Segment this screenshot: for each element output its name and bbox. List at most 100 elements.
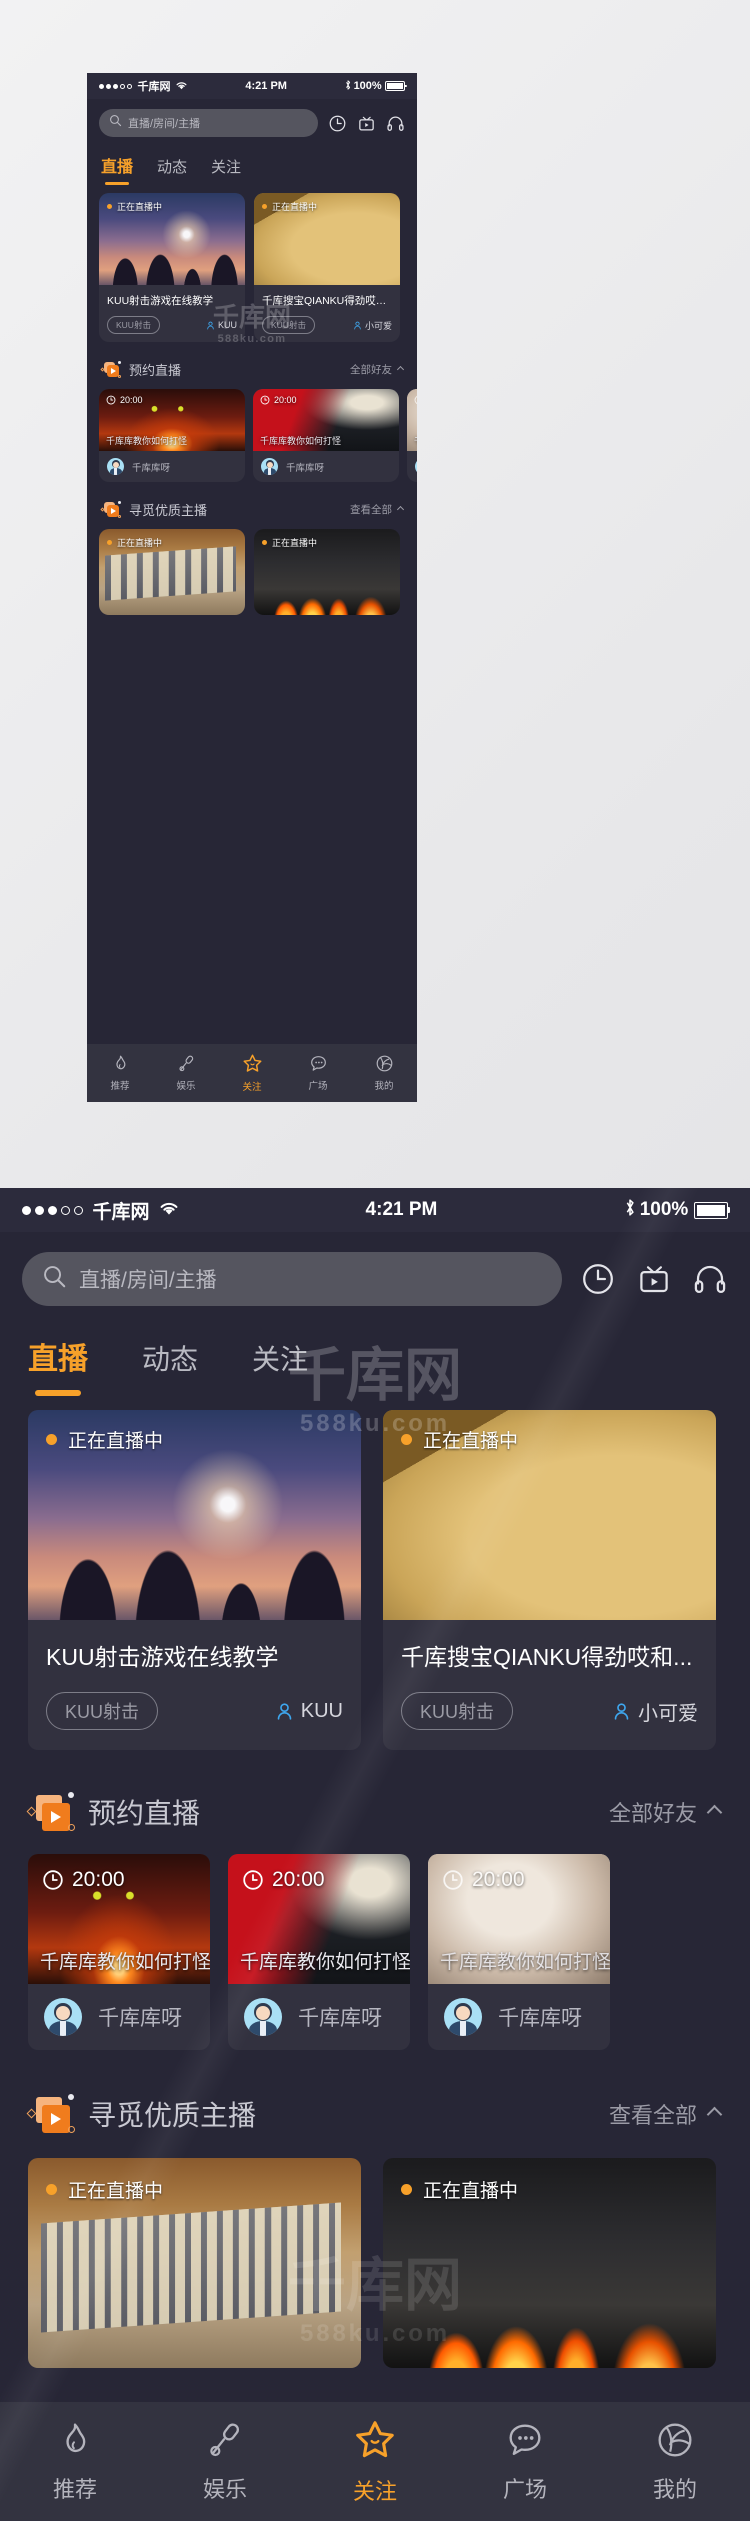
live-status-text: 正在直播中 xyxy=(68,2181,164,2202)
tab-label: 关注 xyxy=(211,159,242,176)
nav-item-guangchang[interactable]: 广场 xyxy=(285,1054,351,1092)
carrier-label: 千库网 xyxy=(137,81,171,93)
live-card-tag[interactable]: KUU射击 xyxy=(46,1692,159,1730)
battery-icon xyxy=(385,81,407,91)
live-card-tag[interactable]: KUU射击 xyxy=(107,316,160,334)
clock-icon[interactable] xyxy=(328,114,347,133)
section-more-link[interactable]: 全部好友 xyxy=(350,362,405,377)
tab-guanzhu[interactable]: 关注 xyxy=(252,1338,308,1404)
section-more-link[interactable]: 查看全部 xyxy=(350,502,405,517)
live-card-body: 千库搜宝QIANKU得劲哎和... KUU射击 小可爱 xyxy=(254,285,400,342)
anchor-card[interactable]: 正在直播中 xyxy=(28,2158,361,2368)
scheduled-time-badge: 20:00 xyxy=(260,395,297,405)
nav-item-guangchang[interactable]: 广场 xyxy=(450,2420,600,2504)
live-thumbnail: 正在直播中 xyxy=(99,193,245,285)
scheduled-card[interactable]: 20:00 千库库教你如何打怪 千库库呀 xyxy=(407,389,417,482)
tv-play-icon[interactable] xyxy=(636,1261,672,1297)
scheduled-card-footer: 千库库呀 xyxy=(253,451,399,482)
headphones-icon[interactable] xyxy=(386,114,405,133)
search-row: 直播/房间/主播 xyxy=(87,99,417,145)
battery-icon xyxy=(693,1201,730,1219)
live-status-text: 正在直播中 xyxy=(272,202,318,212)
video-folder-icon xyxy=(100,361,123,378)
scheduled-thumbnail: 20:00 千库库教你如何打怪 xyxy=(428,1854,610,1984)
tv-play-icon[interactable] xyxy=(357,114,376,133)
live-status-text: 正在直播中 xyxy=(117,538,163,548)
scheduled-time-badge: 20:00 xyxy=(42,1868,125,1892)
nav-item-yule[interactable]: 娱乐 xyxy=(150,2420,300,2504)
live-card[interactable]: 正在直播中 千库搜宝QIANKU得劲哎和... KUU射击 小可爱 xyxy=(254,193,400,342)
scheduled-time-badge: 20:00 xyxy=(106,395,143,405)
section-more-label: 全部好友 xyxy=(608,1801,697,1826)
search-row: 直播/房间/主播 xyxy=(0,1232,750,1320)
avatar xyxy=(244,1998,282,2036)
scheduled-card-row[interactable]: 20:00 千库库教你如何打怪 千库库呀 20:00 千库库教你如何打怪 千库库… xyxy=(0,1854,750,2050)
anchor-card[interactable]: 正在直播中 xyxy=(383,2158,716,2368)
scheduled-overlay-title: 千库库教你如何打怪 xyxy=(40,1952,210,1973)
live-card-meta: KUU射击 KUU xyxy=(46,1692,343,1730)
scheduled-card[interactable]: 20:00 千库库教你如何打怪 千库库呀 xyxy=(428,1854,610,2050)
section-more-link[interactable]: 查看全部 xyxy=(609,2098,723,2130)
section-more-label: 全部好友 xyxy=(350,364,392,376)
tab-underline xyxy=(35,1390,81,1396)
battery-percent-label: 100% xyxy=(639,1199,689,1220)
microphone-icon xyxy=(177,1054,196,1073)
clock-label: 4:21 PM xyxy=(245,80,287,92)
nav-item-yule[interactable]: 娱乐 xyxy=(153,1054,219,1092)
scheduled-card[interactable]: 20:00 千库库教你如何打怪 千库库呀 xyxy=(28,1854,210,2050)
live-card-title: 千库搜宝QIANKU得劲哎和... xyxy=(262,295,392,307)
live-card[interactable]: 正在直播中 千库搜宝QIANKU得劲哎和... KUU射击 小可爱 xyxy=(383,1410,716,1750)
scheduled-owner-name: 千库库呀 xyxy=(132,462,171,474)
clock-icon[interactable] xyxy=(580,1261,616,1297)
scheduled-thumbnail: 20:00 千库库教你如何打怪 xyxy=(28,1854,210,1984)
tab-zhibo[interactable]: 直播 xyxy=(28,1334,88,1404)
tab-guanzhu[interactable]: 关注 xyxy=(211,156,241,189)
live-card-tag[interactable]: KUU射击 xyxy=(401,1692,514,1730)
section-header-appointment: 预约直播 全部好友 xyxy=(87,342,417,389)
avatar xyxy=(415,458,417,475)
search-placeholder: 直播/房间/主播 xyxy=(79,1269,217,1292)
wifi-icon xyxy=(175,80,188,93)
scheduled-time: 20:00 xyxy=(72,1868,125,1891)
section-more-link[interactable]: 全部好友 xyxy=(608,1796,723,1828)
tab-dongtai[interactable]: 动态 xyxy=(157,156,187,189)
live-card[interactable]: 正在直播中 KUU射击游戏在线教学 KUU射击 KUU xyxy=(28,1410,361,1750)
live-card[interactable]: 正在直播中 KUU射击游戏在线教学 KUU射击 KUU xyxy=(99,193,245,342)
live-status-text: 正在直播中 xyxy=(117,202,163,212)
bottom-nav-bar: 推荐 娱乐 关注 广场 我的 xyxy=(0,2402,750,2521)
headphones-icon[interactable] xyxy=(692,1261,728,1297)
signal-dots-icon xyxy=(99,83,132,89)
nav-item-guanzhu[interactable]: 关注 xyxy=(219,1053,285,1093)
nav-item-tuijian[interactable]: 推荐 xyxy=(0,2420,150,2504)
section-header-anchors: 寻觅优质主播 查看全部 xyxy=(0,2050,750,2158)
tab-dongtai[interactable]: 动态 xyxy=(142,1338,198,1404)
tab-zhibo[interactable]: 直播 xyxy=(101,153,133,189)
scheduled-card-row[interactable]: 20:00 千库库教你如何打怪 千库库呀 20:00 千库库教你如何打怪 千库库… xyxy=(87,389,417,482)
video-folder-icon xyxy=(26,1792,78,1832)
nav-label: 广场 xyxy=(502,2476,547,2502)
scheduled-card[interactable]: 20:00 千库库教你如何打怪 千库库呀 xyxy=(253,389,399,482)
anchor-card[interactable]: 正在直播中 xyxy=(254,529,400,615)
scheduled-card-footer: 千库库呀 xyxy=(28,1984,210,2050)
live-thumbnail: 正在直播中 xyxy=(383,1410,716,1620)
scheduled-overlay-title: 千库库教你如何打怪 xyxy=(414,434,417,447)
nav-item-wode[interactable]: 我的 xyxy=(351,1054,417,1092)
nav-item-tuijian[interactable]: 推荐 xyxy=(87,1054,153,1092)
search-input[interactable]: 直播/房间/主播 xyxy=(22,1252,562,1306)
live-status-text: 正在直播中 xyxy=(272,538,318,548)
live-card-tag[interactable]: KUU射击 xyxy=(262,316,315,334)
scheduled-overlay-title: 千库库教你如何打怪 xyxy=(260,436,342,446)
anchor-card-row: 正在直播中 正在直播中 xyxy=(87,529,417,615)
nav-item-guanzhu[interactable]: 关注 xyxy=(300,2418,450,2506)
anchor-card[interactable]: 正在直播中 xyxy=(99,529,245,615)
bluetooth-icon xyxy=(623,1197,637,1224)
nav-item-wode[interactable]: 我的 xyxy=(600,2420,750,2504)
owner-name: KUU xyxy=(217,320,237,330)
scheduled-card[interactable]: 20:00 千库库教你如何打怪 千库库呀 xyxy=(99,389,245,482)
video-folder-icon xyxy=(100,501,123,518)
live-status-badge: 正在直播中 xyxy=(107,536,162,549)
search-input[interactable]: 直播/房间/主播 xyxy=(99,109,318,137)
avatar xyxy=(44,1998,82,2036)
scheduled-card[interactable]: 20:00 千库库教你如何打怪 千库库呀 xyxy=(228,1854,410,2050)
scheduled-thumbnail: 20:00 千库库教你如何打怪 xyxy=(253,389,399,451)
